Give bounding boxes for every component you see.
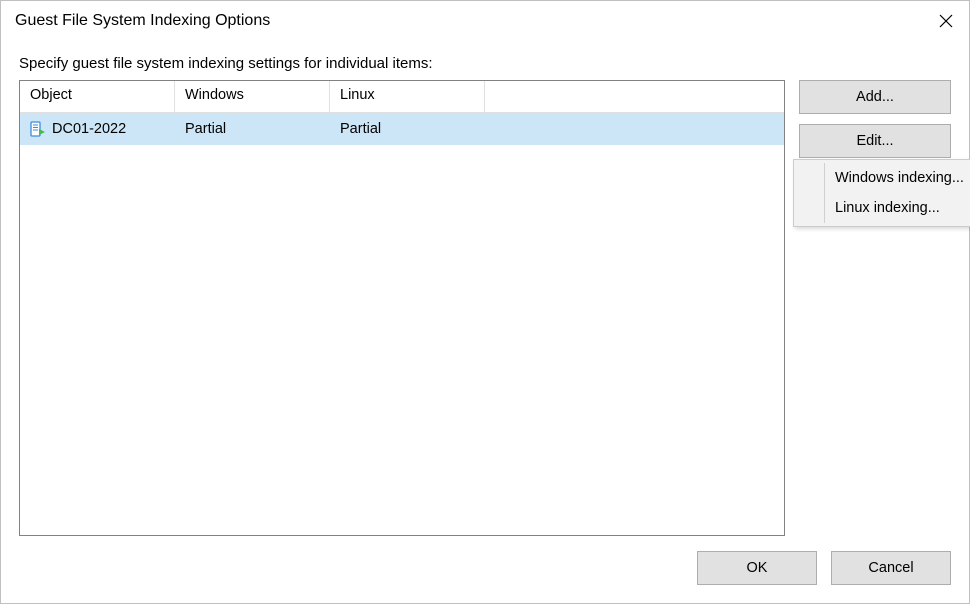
dialog-content: Specify guest file system indexing setti… [1,41,969,603]
cell-object: DC01-2022 [20,121,175,137]
side-button-panel: Add... Edit... Windows indexing... Linux… [799,80,951,536]
list-header: Object Windows Linux [20,81,784,113]
vm-icon [30,121,46,137]
column-header-object[interactable]: Object [20,81,175,112]
menu-item-windows-indexing[interactable]: Windows indexing... [797,163,970,193]
menu-item-linux-indexing[interactable]: Linux indexing... [797,193,970,223]
titlebar: Guest File System Indexing Options [1,1,969,41]
cell-windows: Partial [175,121,330,137]
indexing-options-dialog: Guest File System Indexing Options Speci… [0,0,970,604]
instruction-text: Specify guest file system indexing setti… [19,55,951,72]
add-button[interactable]: Add... [799,80,951,114]
column-header-linux[interactable]: Linux [330,81,485,112]
cancel-button[interactable]: Cancel [831,551,951,585]
dialog-footer: OK Cancel [697,551,951,585]
close-button[interactable] [923,1,969,41]
cell-linux: Partial [330,121,485,137]
cell-object-text: DC01-2022 [52,121,126,137]
table-row[interactable]: DC01-2022 Partial Partial [20,113,784,145]
dialog-title: Guest File System Indexing Options [15,12,270,30]
ok-button[interactable]: OK [697,551,817,585]
close-icon [939,14,953,28]
edit-button[interactable]: Edit... [799,124,951,158]
column-header-spacer [485,81,784,112]
column-header-windows[interactable]: Windows [175,81,330,112]
main-area: Object Windows Linux DC01-2 [19,80,951,536]
items-list[interactable]: Object Windows Linux DC01-2 [19,80,785,536]
edit-dropdown-menu: Windows indexing... Linux indexing... [793,159,970,227]
